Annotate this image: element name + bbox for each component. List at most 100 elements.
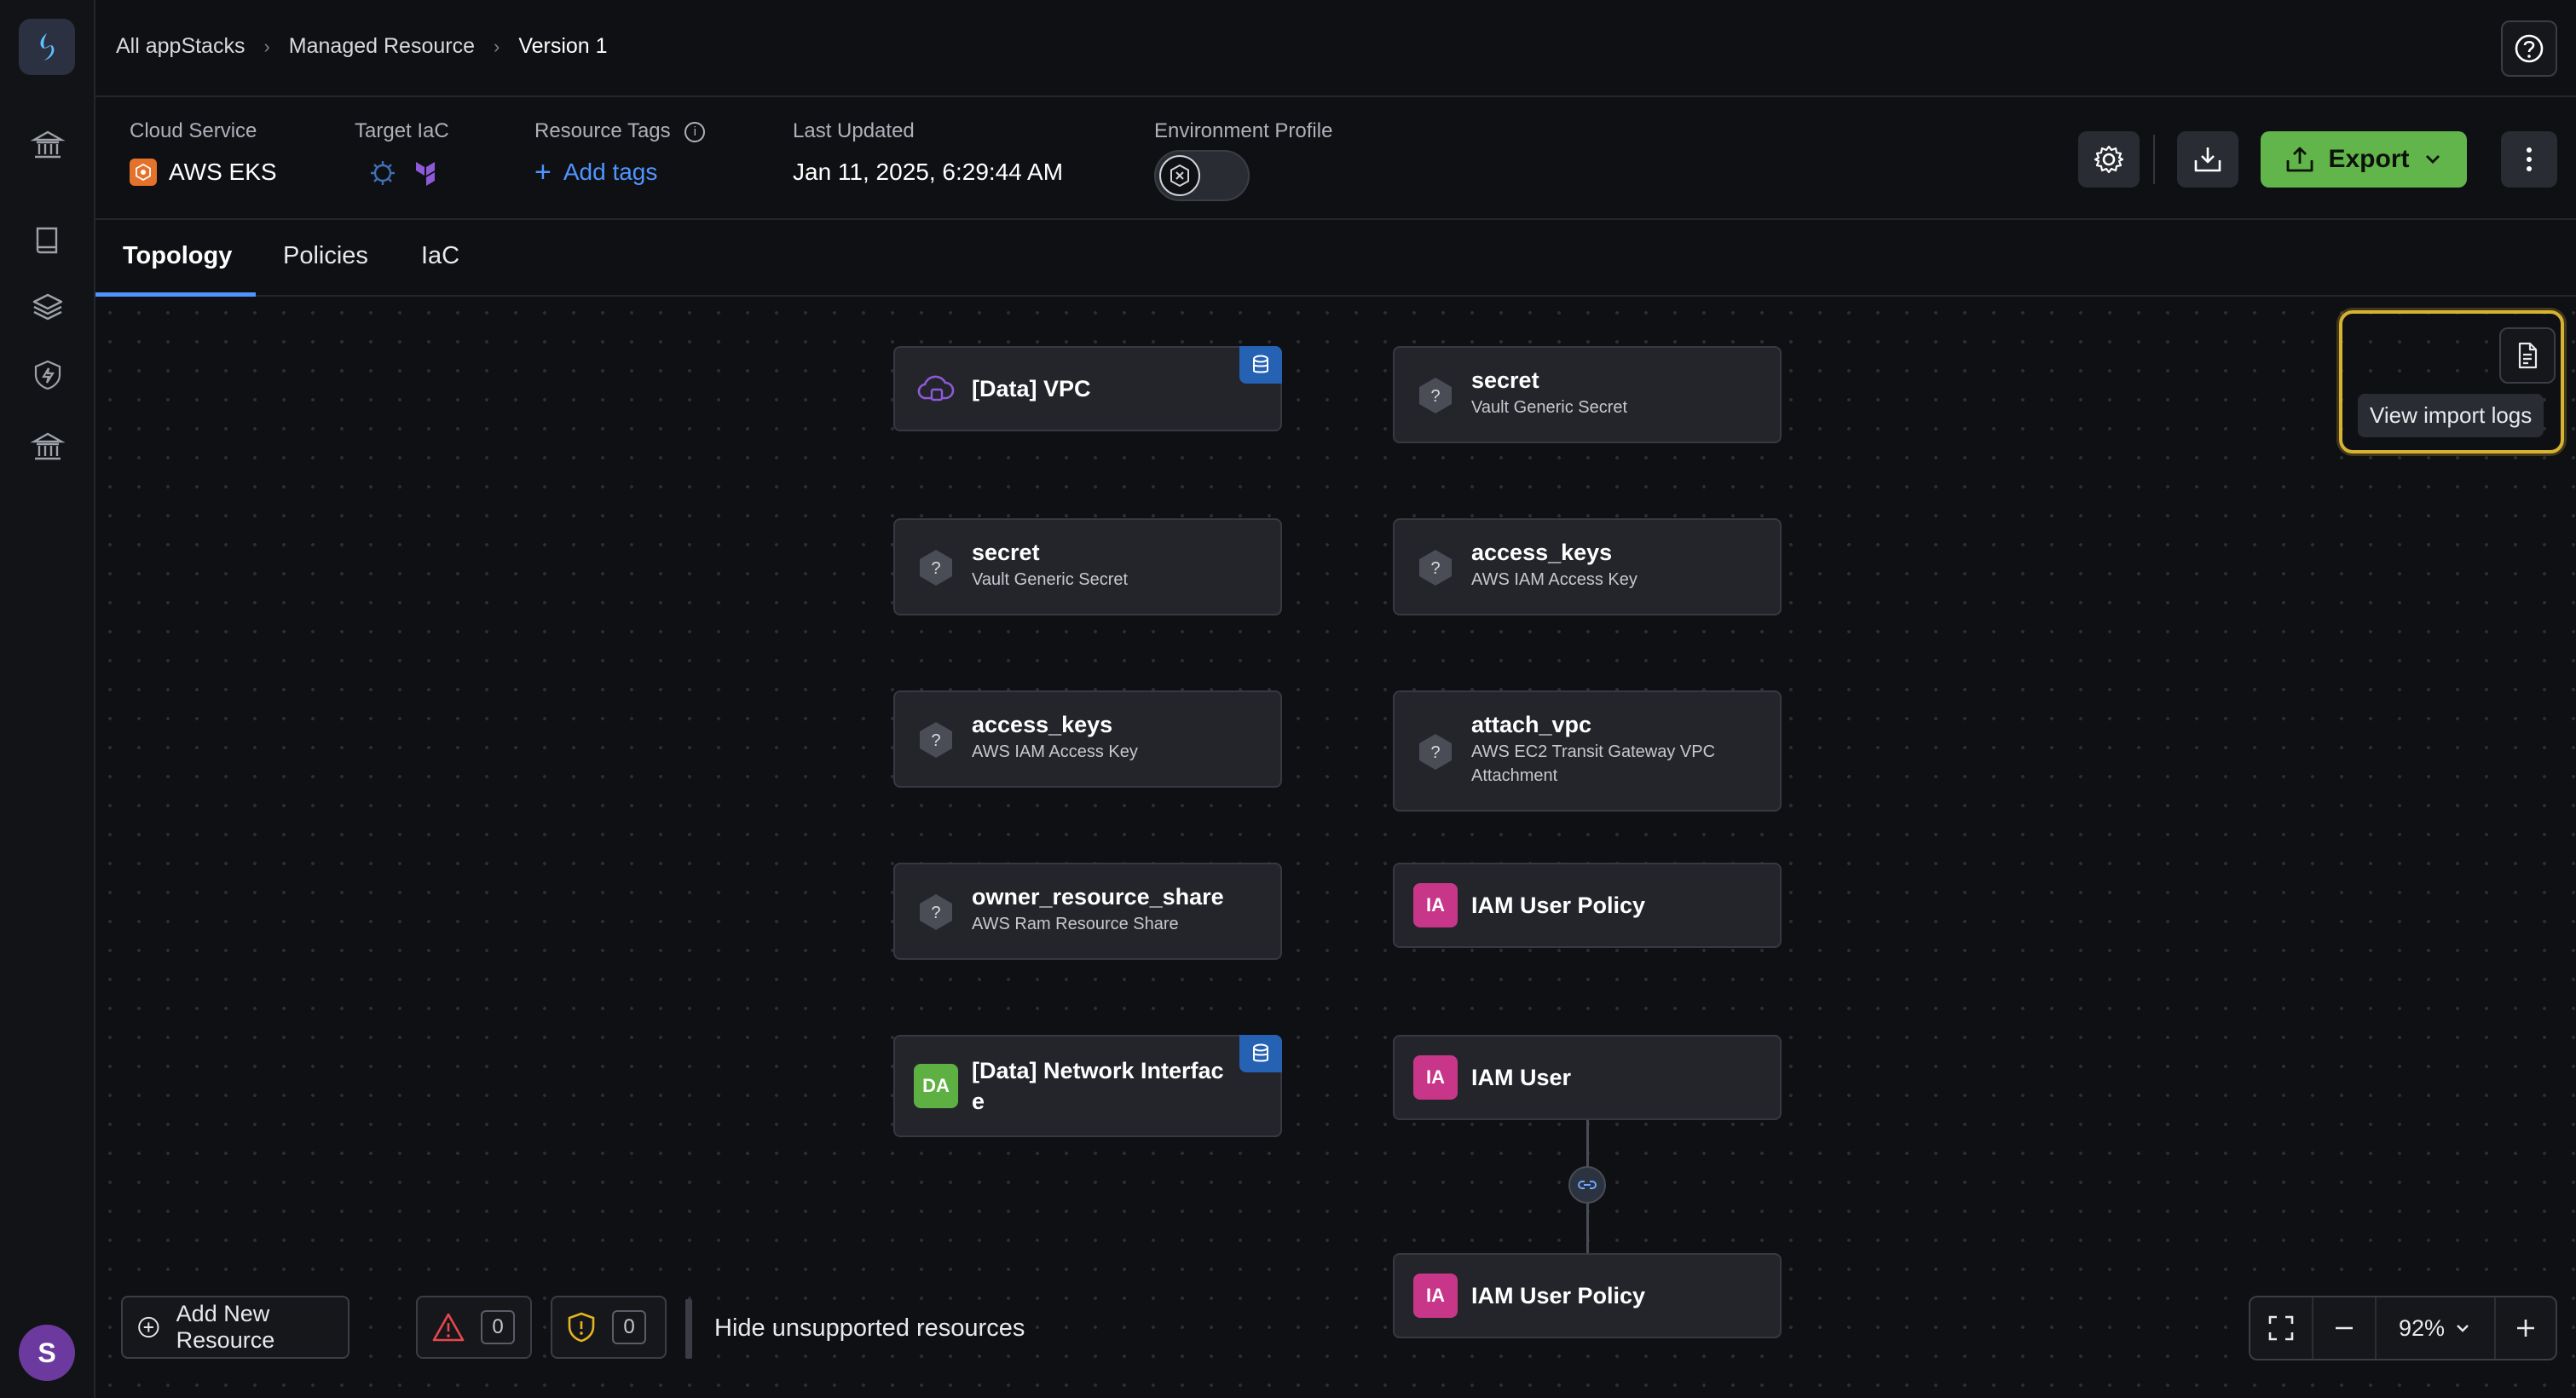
resource-node-owner-resource-share[interactable]: ? owner_resource_share AWS Ram Resource … xyxy=(893,863,1282,960)
plus-circle-icon xyxy=(138,1316,159,1338)
breadcrumb-version: Version 1 xyxy=(518,34,608,58)
node-title: [Data] Network Interface xyxy=(972,1058,1224,1114)
bank-icon-2[interactable] xyxy=(29,428,66,465)
resource-tags-label: Resource Tags i xyxy=(534,119,706,143)
layers-icon[interactable] xyxy=(29,288,66,326)
download-icon xyxy=(2194,147,2221,172)
file-log-icon xyxy=(2518,342,2538,369)
shield-icon[interactable] xyxy=(29,356,66,394)
node-title: IAM User Policy xyxy=(1471,1283,1646,1308)
info-icon[interactable]: i xyxy=(684,121,706,142)
zoom-level-select[interactable]: 92% xyxy=(2377,1297,2496,1359)
resource-node-iam-user-policy-2[interactable]: IA IAM User Policy xyxy=(1393,1253,1782,1338)
export-button[interactable]: Export xyxy=(2261,131,2467,188)
zoom-controls: 92% xyxy=(2249,1296,2557,1360)
tab-topology[interactable]: Topology xyxy=(123,242,232,270)
view-import-logs-button[interactable] xyxy=(2499,327,2556,384)
cloud-lock-icon xyxy=(914,367,958,411)
node-subtitle: AWS IAM Access Key xyxy=(1471,570,1637,589)
import-logs-tooltip: View import logs xyxy=(2358,394,2544,437)
resource-node-attach-vpc[interactable]: ? attach_vpc AWS EC2 Transit Gateway VPC… xyxy=(1393,690,1782,812)
active-tab-indicator xyxy=(95,292,256,297)
shield-alert-icon xyxy=(568,1312,595,1343)
node-title: owner_resource_share xyxy=(972,884,1224,910)
zoom-out-button[interactable] xyxy=(2313,1297,2377,1359)
environment-profile-label: Environment Profile xyxy=(1154,119,1333,142)
resource-node-data-vpc[interactable]: [Data] VPC xyxy=(893,346,1282,431)
node-title: secret xyxy=(972,540,1040,565)
node-subtitle: AWS EC2 Transit Gateway VPC Attachment xyxy=(1471,742,1716,785)
unknown-resource-icon: ? xyxy=(1413,373,1458,418)
top-bar: All appStacks › Managed Resource › Versi… xyxy=(95,0,2576,97)
node-title: secret xyxy=(1471,367,1539,393)
warnings-button[interactable]: 0 xyxy=(416,1296,532,1359)
chevron-right-icon: › xyxy=(263,35,270,57)
unknown-resource-icon: ? xyxy=(914,718,958,762)
breadcrumb-managed-resource[interactable]: Managed Resource xyxy=(289,34,475,59)
database-icon xyxy=(1239,1035,1282,1072)
node-title: [Data] VPC xyxy=(972,376,1091,401)
last-updated-label: Last Updated xyxy=(793,119,915,142)
tab-iac[interactable]: IaC xyxy=(421,242,459,270)
cloud-service-value: AWS EKS xyxy=(130,159,277,186)
app-logo[interactable] xyxy=(19,19,75,75)
resource-node-access-keys-right[interactable]: ? access_keys AWS IAM Access Key xyxy=(1393,518,1782,615)
policy-count: 0 xyxy=(612,1310,646,1344)
info-bar: Cloud Service AWS EKS Target IaC Resourc… xyxy=(95,99,2576,220)
target-iac-icons xyxy=(368,159,442,188)
import-button[interactable] xyxy=(2177,131,2238,188)
iam-badge: IA xyxy=(1413,1055,1458,1100)
more-vertical-icon xyxy=(2527,147,2532,171)
toolbar-divider xyxy=(2153,135,2155,184)
resource-node-iam-user[interactable]: IA IAM User xyxy=(1393,1035,1782,1120)
book-icon[interactable] xyxy=(29,222,66,259)
hide-unsupported-toggle[interactable] xyxy=(685,1299,692,1359)
unknown-resource-icon: ? xyxy=(914,890,958,934)
node-subtitle: Vault Generic Secret xyxy=(972,570,1129,589)
node-title: access_keys xyxy=(1471,540,1613,565)
chevron-down-icon xyxy=(2425,155,2440,164)
database-icon xyxy=(1239,346,1282,384)
svg-text:?: ? xyxy=(1430,559,1440,578)
node-title: attach_vpc xyxy=(1471,712,1592,737)
iam-badge: IA xyxy=(1413,883,1458,927)
environment-profile-toggle[interactable] xyxy=(1154,150,1250,201)
unknown-resource-icon: ? xyxy=(1413,546,1458,590)
resource-node-iam-user-policy[interactable]: IA IAM User Policy xyxy=(1393,863,1782,948)
node-subtitle: Vault Generic Secret xyxy=(1471,398,1628,417)
data-badge: DA xyxy=(914,1064,958,1108)
sidebar: S xyxy=(0,0,95,1398)
tab-policies[interactable]: Policies xyxy=(283,242,368,270)
helm-icon xyxy=(371,161,395,185)
fullscreen-icon xyxy=(2268,1315,2294,1341)
iam-badge: IA xyxy=(1413,1274,1458,1318)
chevron-down-icon xyxy=(2457,1325,2469,1332)
help-icon xyxy=(2515,34,2544,63)
cloud-service-label: Cloud Service xyxy=(130,119,257,142)
fit-view-button[interactable] xyxy=(2250,1297,2313,1359)
upload-icon xyxy=(2287,147,2313,172)
svg-text:?: ? xyxy=(931,904,940,922)
node-title: access_keys xyxy=(972,712,1113,737)
resource-node-secret-right[interactable]: ? secret Vault Generic Secret xyxy=(1393,346,1782,443)
resource-node-data-network-interface[interactable]: DA [Data] Network Interface xyxy=(893,1035,1282,1137)
add-new-resource-button[interactable]: Add New Resource xyxy=(121,1296,349,1359)
add-tags-button[interactable]: + Add tags xyxy=(534,158,657,187)
user-avatar[interactable]: S xyxy=(19,1325,75,1381)
unknown-resource-icon: ? xyxy=(1413,730,1458,774)
unknown-resource-icon: ? xyxy=(914,546,958,590)
zoom-in-button[interactable] xyxy=(2496,1297,2556,1359)
resource-node-secret-left[interactable]: ? secret Vault Generic Secret xyxy=(893,518,1282,615)
last-updated-value: Jan 11, 2025, 6:29:44 AM xyxy=(793,159,1064,185)
help-button[interactable] xyxy=(2501,20,2557,77)
settings-button[interactable] xyxy=(2078,131,2140,188)
link-icon[interactable] xyxy=(1568,1166,1606,1204)
more-options-button[interactable] xyxy=(2501,131,2557,188)
node-subtitle: AWS Ram Resource Share xyxy=(972,915,1179,933)
policy-issues-button[interactable]: 0 xyxy=(551,1296,667,1359)
breadcrumb-all-appstacks[interactable]: All appStacks xyxy=(116,34,245,59)
aws-eks-icon xyxy=(130,159,157,186)
bank-icon[interactable] xyxy=(29,126,66,164)
resource-node-access-keys-left[interactable]: ? access_keys AWS IAM Access Key xyxy=(893,690,1282,788)
topology-canvas[interactable]: [Data] VPC ? secret Vault Generic Secret… xyxy=(95,298,2576,1398)
